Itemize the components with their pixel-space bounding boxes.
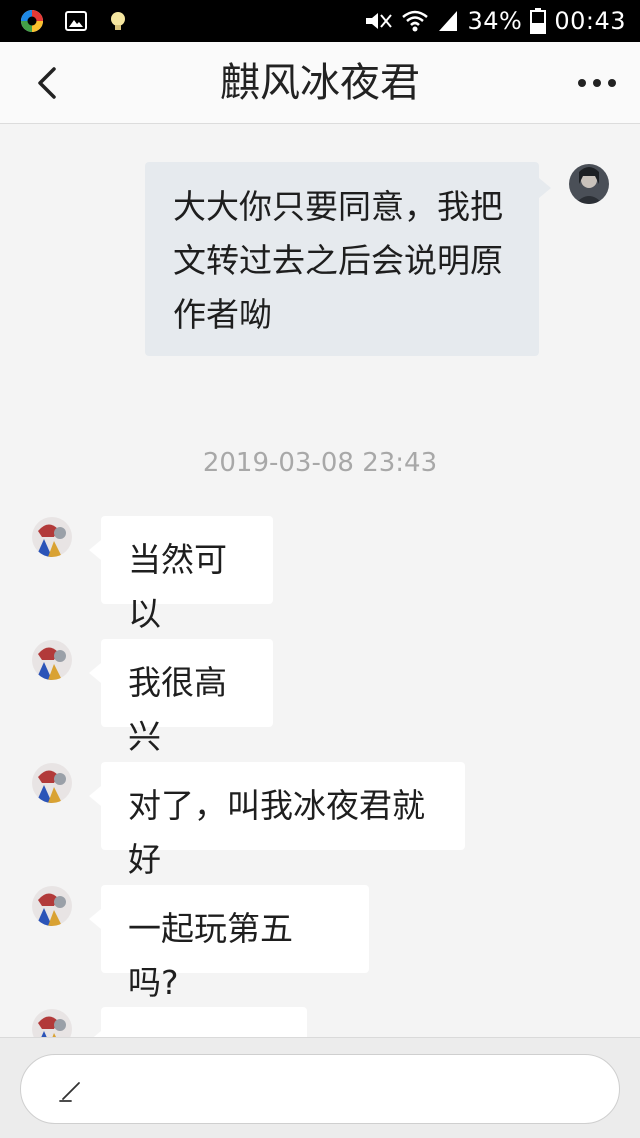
bubble-tail bbox=[539, 178, 551, 198]
anime-avatar-icon bbox=[32, 517, 72, 557]
contact-avatar[interactable] bbox=[32, 763, 72, 803]
contact-avatar[interactable] bbox=[32, 1009, 72, 1037]
message-text: 我很高兴 bbox=[128, 663, 227, 756]
bubble-tail bbox=[89, 663, 101, 683]
incoming-message-bubble[interactable]: 我很高兴 bbox=[89, 639, 273, 756]
my-avatar[interactable] bbox=[569, 164, 609, 204]
incoming-message-bubble[interactable]: 当然可以 bbox=[89, 516, 273, 633]
more-button[interactable] bbox=[572, 58, 622, 108]
nav-bar: 麒风冰夜君 bbox=[0, 42, 640, 124]
anime-avatar-icon bbox=[32, 640, 72, 680]
status-bar: 34% 00:43 bbox=[0, 0, 640, 42]
input-bar bbox=[0, 1037, 640, 1138]
incoming-message-bubble[interactable] bbox=[89, 1007, 307, 1037]
bulb-icon bbox=[111, 12, 125, 30]
incoming-message-bubble[interactable]: 对了，叫我冰夜君就好 bbox=[89, 762, 465, 879]
message-input[interactable] bbox=[20, 1054, 620, 1124]
incoming-message-bubble[interactable]: 一起玩第五吗? bbox=[89, 885, 369, 1002]
clock: 00:43 bbox=[554, 7, 626, 35]
chat-title: 麒风冰夜君 bbox=[220, 60, 420, 106]
message-line: 大大你只要同意，我把 bbox=[173, 187, 503, 226]
gallery-icon bbox=[65, 11, 87, 31]
bubble-tail bbox=[89, 909, 101, 929]
contact-avatar[interactable] bbox=[32, 517, 72, 557]
message-line: 文转过去之后会说明原 bbox=[173, 241, 503, 280]
colorful-app-icon bbox=[21, 10, 43, 32]
contact-avatar[interactable] bbox=[32, 640, 72, 680]
more-dots-icon bbox=[578, 79, 616, 87]
bubble-tail bbox=[89, 786, 101, 806]
signal-icon bbox=[439, 11, 458, 31]
contact-avatar[interactable] bbox=[32, 886, 72, 926]
message-text: 当然可以 bbox=[128, 540, 227, 633]
chat-screen: 34% 00:43 麒风冰夜君 大大你只要同意，我把 文转过去之后会说明原 作者… bbox=[0, 0, 640, 1138]
message-text: 对了，叫我冰夜君就好 bbox=[128, 786, 425, 879]
bubble-tail bbox=[89, 540, 101, 560]
battery-icon bbox=[530, 8, 547, 34]
anime-avatar-icon bbox=[32, 886, 72, 926]
wifi-icon bbox=[402, 10, 429, 32]
message-text: 一起玩第五吗? bbox=[128, 909, 293, 1002]
battery-percent: 34% bbox=[467, 7, 523, 35]
pencil-icon bbox=[59, 1082, 80, 1102]
user-photo-icon bbox=[569, 164, 609, 204]
anime-avatar-icon bbox=[32, 763, 72, 803]
status-bar-right: 34% 00:43 bbox=[363, 0, 626, 42]
anime-avatar-icon bbox=[32, 1009, 72, 1037]
mute-icon bbox=[366, 13, 393, 29]
outgoing-message-bubble[interactable]: 大大你只要同意，我把 文转过去之后会说明原 作者呦 bbox=[145, 162, 551, 356]
message-line: 作者呦 bbox=[173, 295, 272, 334]
message-list[interactable]: 大大你只要同意，我把 文转过去之后会说明原 作者呦 2019-03-08 23:… bbox=[0, 125, 640, 1037]
message-timestamp: 2019-03-08 23:43 bbox=[202, 448, 438, 478]
